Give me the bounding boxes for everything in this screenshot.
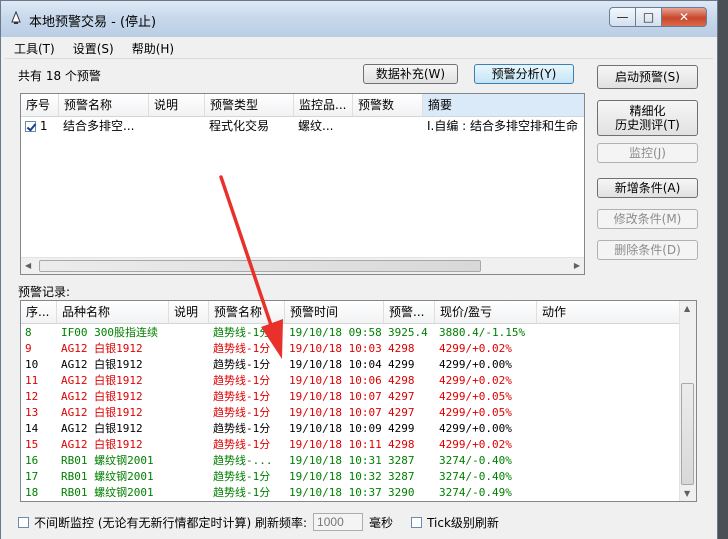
background-strip <box>718 0 728 539</box>
annotation-arrow <box>219 175 283 359</box>
arrow-shaft <box>219 175 275 333</box>
app-window: 本地预警交易 - (停止) — □ ✕ 工具(T) 设置(S) 帮助(H) 共有… <box>0 0 718 539</box>
arrow-head <box>261 319 283 359</box>
